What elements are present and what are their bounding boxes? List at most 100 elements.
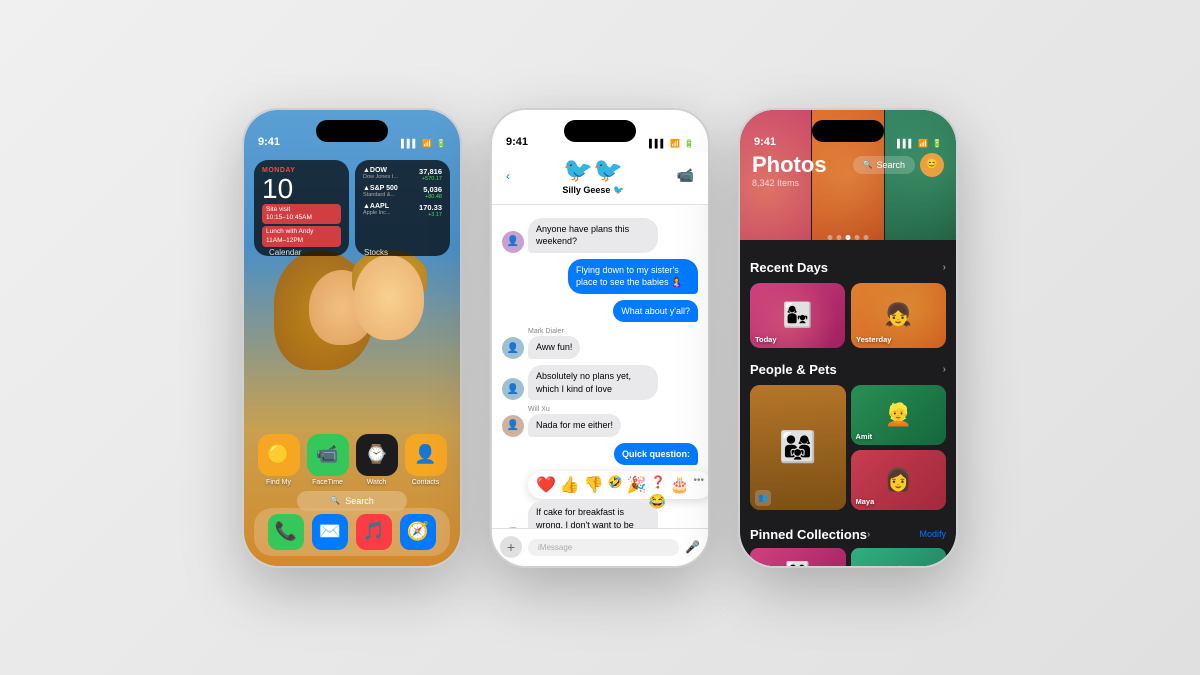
reaction-heart[interactable]: ❤️ bbox=[536, 475, 556, 495]
stock-item-sp500: ▲S&P 500 Standard &... 5,036 +80.48 bbox=[363, 185, 442, 200]
pinned-modify-button[interactable]: Modify bbox=[919, 529, 946, 539]
video-call-button[interactable]: 📹 bbox=[677, 167, 694, 184]
microphone-icon[interactable]: 🎤 bbox=[685, 540, 700, 554]
reaction-more[interactable]: ••• bbox=[694, 475, 705, 495]
photos-page-dots bbox=[828, 235, 869, 240]
signal-icon: ▌▌▌ bbox=[401, 139, 418, 148]
watch-icon: ⌚ bbox=[365, 444, 387, 465]
contacts-icon: 👤 bbox=[414, 444, 436, 465]
msg-avatar-1: 👤 bbox=[502, 231, 524, 253]
msg-bubble-3: Aww fun! bbox=[528, 336, 580, 359]
msg-avatar-3: 👤 bbox=[502, 337, 524, 359]
phone-photos: 9:41 ▌▌▌ 📶 🔋 bbox=[738, 108, 958, 568]
maya-label: Maya bbox=[856, 497, 875, 506]
pinned-title[interactable]: Pinned Collections › bbox=[750, 527, 870, 542]
group-avatar: 🐦🐦 bbox=[563, 156, 623, 185]
messages-header: ‹ 🐦🐦 Silly Geese 🐦 📹 bbox=[492, 152, 708, 205]
calendar-event-1: Site visit 10:15–10:45AM bbox=[262, 204, 341, 225]
status-icons: ▌▌▌ 📶 🔋 bbox=[401, 139, 446, 148]
emoji-reactions-bar: ❤️ 👍 👎 🤣 🎉 ❓ 🎂 ••• bbox=[528, 471, 698, 499]
app-facetime-label: FaceTime bbox=[312, 479, 343, 486]
find-my-icon: 🟡 bbox=[267, 444, 289, 465]
calendar-widget[interactable]: MONDAY 10 Site visit 10:15–10:45AM Lunch… bbox=[254, 160, 349, 257]
stocks-label: Stocks bbox=[364, 248, 388, 257]
reaction-question[interactable]: ❓ bbox=[651, 475, 666, 495]
status-icons-3: ▌▌▌ 📶 🔋 bbox=[897, 139, 942, 148]
msg-bubble-out-2: What about y'all? bbox=[613, 300, 698, 323]
dock-mail[interactable]: ✉️ bbox=[312, 514, 348, 550]
dock-compass[interactable]: 🧭 bbox=[400, 514, 436, 550]
dot-1 bbox=[828, 235, 833, 240]
search-label: Search bbox=[345, 496, 374, 506]
group-info[interactable]: 🐦🐦 Silly Geese 🐦 bbox=[562, 156, 624, 196]
msg-row-6: 👤 If cake for breakfast is wrong, I don'… bbox=[502, 501, 698, 527]
people-photo-maya[interactable]: 👩 Maya bbox=[851, 450, 947, 510]
pinned-photo-1[interactable]: 👨‍👩‍👧‍👦 bbox=[750, 548, 846, 566]
pinned-photo-2[interactable]: 🗺️ MeerutGhaz... bbox=[851, 548, 947, 566]
dock-music[interactable]: 🎵 bbox=[356, 514, 392, 550]
amit-label: Amit bbox=[856, 432, 873, 441]
photos-content[interactable]: Recent Days › 👩‍👧 Today 👧 Yesterday bbox=[740, 250, 956, 566]
status-icons-2: ▌▌▌ 📶 🔋 bbox=[649, 139, 694, 148]
recent-days-title[interactable]: Recent Days › bbox=[750, 260, 946, 275]
photos-title-bar: Photos 🔍 Search 😊 bbox=[740, 152, 956, 178]
photos-search-label: Search bbox=[876, 160, 905, 170]
recent-days-row: 👩‍👧 Today 👧 Yesterday bbox=[750, 283, 946, 348]
reaction-thumbsdown[interactable]: 👎 bbox=[584, 475, 604, 495]
attach-button[interactable]: + bbox=[500, 536, 522, 558]
pinned-header: Pinned Collections › Modify bbox=[750, 527, 946, 542]
sender-mark: Mark Dialer bbox=[528, 328, 698, 335]
search-icon-3: 🔍 bbox=[863, 160, 873, 169]
wifi-icon: 📶 bbox=[422, 139, 432, 148]
msg-avatar-5: 👤 bbox=[502, 415, 524, 437]
people-photo-large[interactable]: 👨‍👩‍👧 👥 bbox=[750, 385, 846, 510]
dynamic-island-2 bbox=[564, 120, 636, 142]
battery-icon-2: 🔋 bbox=[684, 139, 694, 148]
msg-bubble-quick-q: Quick question: bbox=[614, 443, 698, 466]
app-facetime[interactable]: 📹 FaceTime bbox=[307, 434, 349, 486]
dot-3-active bbox=[846, 235, 851, 240]
people-pets-arrow: › bbox=[943, 364, 946, 375]
msg-bubble-6: If cake for breakfast is wrong, I don't … bbox=[528, 501, 658, 527]
reaction-party[interactable]: 🎉 bbox=[627, 475, 647, 495]
today-label: Today bbox=[755, 335, 777, 344]
yesterday-label: Yesterday bbox=[856, 335, 891, 344]
msg-bubble-4: Absolutely no plans yet, which I kind of… bbox=[528, 365, 658, 400]
people-grid: 👨‍👩‍👧 👥 👱 Amit 👩 Maya bbox=[750, 385, 946, 515]
message-input[interactable]: iMessage bbox=[528, 539, 679, 556]
photos-user-avatar[interactable]: 😊 bbox=[920, 153, 944, 177]
stock-item-dow: ▲DOW Dow Jones I... 37,816 +570.17 bbox=[363, 167, 442, 182]
stocks-widget[interactable]: ▲DOW Dow Jones I... 37,816 +570.17 bbox=[355, 160, 450, 257]
status-time-3: 9:41 bbox=[754, 136, 776, 148]
dynamic-island bbox=[316, 120, 388, 142]
people-photo-amit[interactable]: 👱 Amit bbox=[851, 385, 947, 445]
pinned-section: Pinned Collections › Modify 👨‍👩‍👧‍👦 🗺️ M… bbox=[750, 527, 946, 566]
facetime-icon: 📹 bbox=[316, 444, 338, 465]
photos-search-button[interactable]: 🔍 Search bbox=[853, 156, 916, 174]
status-time-2: 9:41 bbox=[506, 136, 528, 148]
app-find-my[interactable]: 🟡 Find My bbox=[258, 434, 300, 486]
reaction-cake[interactable]: 🎂 bbox=[670, 475, 690, 495]
app-contacts[interactable]: 👤 Contacts bbox=[405, 434, 447, 486]
people-pets-title[interactable]: People & Pets › bbox=[750, 362, 946, 377]
wifi-icon-2: 📶 bbox=[670, 139, 680, 148]
app-watch-label: Watch bbox=[367, 479, 387, 486]
dot-5 bbox=[864, 235, 869, 240]
battery-icon: 🔋 bbox=[436, 139, 446, 148]
reaction-laugh[interactable]: 🤣 bbox=[608, 475, 623, 495]
phone-messages: 9:41 ▌▌▌ 📶 🔋 ‹ 🐦🐦 Silly Geese 🐦 📹 bbox=[490, 108, 710, 568]
reaction-thumbsup[interactable]: 👍 bbox=[560, 475, 580, 495]
group-name: Silly Geese 🐦 bbox=[562, 185, 624, 196]
app-icons-row: 🟡 Find My 📹 FaceTime ⌚ Watch bbox=[254, 434, 450, 486]
dock-phone[interactable]: 📞 bbox=[268, 514, 304, 550]
back-button[interactable]: ‹ bbox=[506, 169, 510, 183]
message-input-bar: + iMessage 🎤 bbox=[492, 528, 708, 566]
calendar-date: 10 bbox=[262, 175, 341, 203]
recent-photo-yesterday[interactable]: 👧 Yesterday bbox=[851, 283, 946, 348]
photos-title: Photos bbox=[752, 152, 827, 178]
recent-photo-today[interactable]: 👩‍👧 Today bbox=[750, 283, 845, 348]
messages-scroll[interactable]: 👤 Anyone have plans this weekend? Flying… bbox=[492, 210, 708, 528]
app-watch[interactable]: ⌚ Watch bbox=[356, 434, 398, 486]
dock: 📞 ✉️ 🎵 🧭 bbox=[254, 508, 450, 556]
wifi-icon-3: 📶 bbox=[918, 139, 928, 148]
